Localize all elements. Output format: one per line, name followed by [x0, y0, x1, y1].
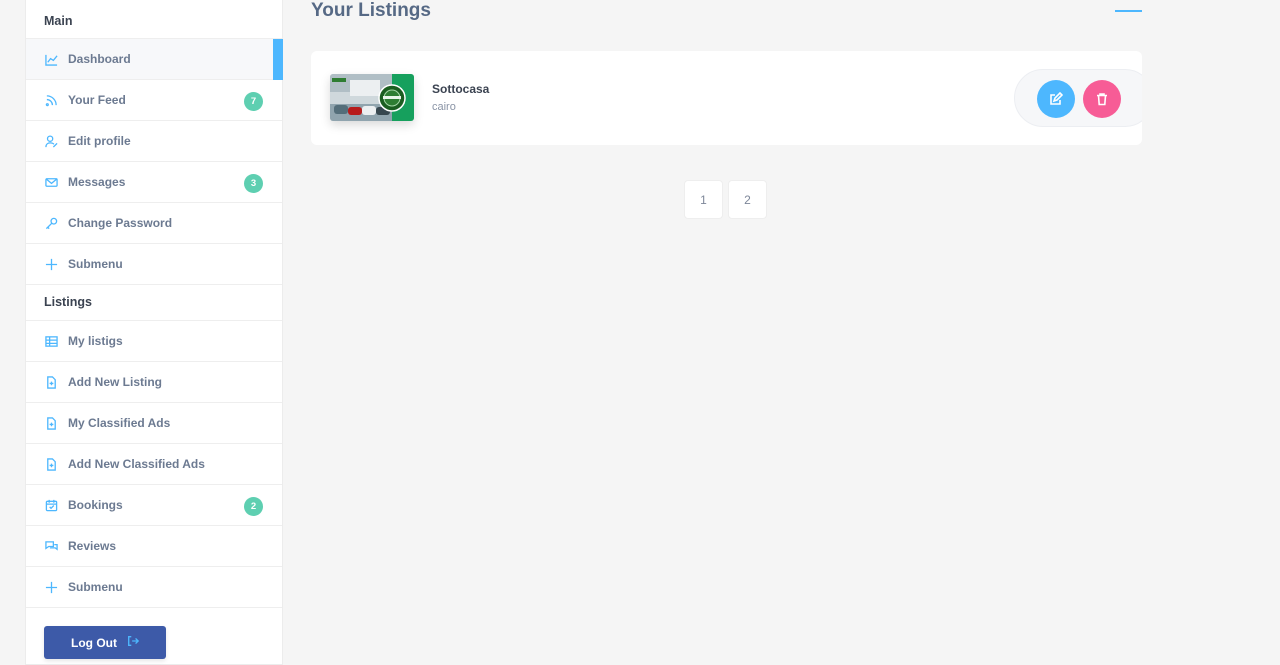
comments-icon	[44, 539, 58, 553]
feed-count-badge: 7	[244, 92, 263, 111]
chart-icon	[44, 52, 58, 66]
sidebar-item-your-feed[interactable]: Your Feed 7	[26, 80, 282, 121]
bookings-count-badge: 2	[244, 497, 263, 516]
title-separator	[1115, 10, 1142, 12]
sidebar-item-label: Submenu	[68, 580, 123, 594]
sidebar-item-my-listings[interactable]: My listigs	[26, 321, 282, 362]
sidebar-item-label: Add New Listing	[68, 375, 162, 389]
rss-icon	[44, 93, 58, 107]
sidebar-item-submenu[interactable]: Submenu	[26, 244, 282, 285]
section-title-listings: Listings	[26, 285, 282, 321]
sidebar-item-edit-profile[interactable]: Edit profile	[26, 121, 282, 162]
calendar-icon	[44, 498, 58, 512]
logout-wrapper: Log Out	[26, 608, 282, 659]
sidebar-item-reviews[interactable]: Reviews	[26, 526, 282, 567]
listing-thumbnail[interactable]	[330, 74, 414, 121]
listing-card: Sottocasa cairo	[311, 51, 1142, 145]
sidebar-item-dashboard[interactable]: Dashboard	[26, 39, 283, 80]
dashboard-sidebar: Main Dashboard Your Feed 7 Edit profile …	[25, 0, 283, 665]
sidebar-item-my-classified-ads[interactable]: My Classified Ads	[26, 403, 282, 444]
logout-label: Log Out	[71, 635, 117, 650]
sidebar-item-label: Change Password	[68, 216, 173, 230]
listing-city: cairo	[432, 101, 456, 113]
listing-actions	[1014, 69, 1142, 127]
page-2-button[interactable]: 2	[728, 180, 767, 219]
messages-count-badge: 3	[244, 174, 263, 193]
plus-icon	[44, 257, 58, 271]
key-icon	[44, 216, 58, 230]
edit-icon	[1050, 92, 1063, 105]
delete-listing-button[interactable]	[1083, 80, 1121, 118]
sidebar-item-label: Your Feed	[68, 93, 126, 107]
sidebar-item-messages[interactable]: Messages 3	[26, 162, 282, 203]
sidebar-item-bookings[interactable]: Bookings 2	[26, 485, 282, 526]
page-title: Your Listings	[311, 0, 431, 21]
listing-name[interactable]: Sottocasa	[432, 82, 489, 96]
section-title-main: Main	[26, 0, 282, 39]
sidebar-item-label: Edit profile	[68, 134, 131, 148]
sidebar-item-add-new-classified-ads[interactable]: Add New Classified Ads	[26, 444, 282, 485]
sidebar-item-change-password[interactable]: Change Password	[26, 203, 282, 244]
envelope-icon	[44, 175, 58, 189]
table-icon	[44, 334, 58, 348]
trash-icon	[1097, 93, 1107, 106]
plus-icon	[44, 580, 58, 594]
sidebar-item-label: My Classified Ads	[68, 416, 171, 430]
file-plus-icon	[44, 416, 58, 430]
sidebar-item-add-new-listing[interactable]: Add New Listing	[26, 362, 282, 403]
sidebar-item-label: My listigs	[68, 334, 123, 348]
user-edit-icon	[44, 134, 58, 148]
edit-listing-button[interactable]	[1037, 80, 1075, 118]
file-plus-icon	[44, 375, 58, 389]
pagination: 1 2	[684, 180, 767, 219]
sidebar-item-label: Add New Classified Ads	[68, 457, 205, 471]
file-plus-icon	[44, 457, 58, 471]
sidebar-item-label: Submenu	[68, 257, 123, 271]
sidebar-item-label: Bookings	[68, 498, 123, 512]
logout-button[interactable]: Log Out	[44, 626, 166, 659]
sidebar-item-label: Messages	[68, 175, 126, 189]
sidebar-item-label: Dashboard	[68, 52, 131, 66]
sign-out-icon	[127, 635, 140, 650]
sidebar-item-label: Reviews	[68, 539, 117, 553]
page-1-button[interactable]: 1	[684, 180, 723, 219]
sidebar-item-submenu-listings[interactable]: Submenu	[26, 567, 282, 608]
